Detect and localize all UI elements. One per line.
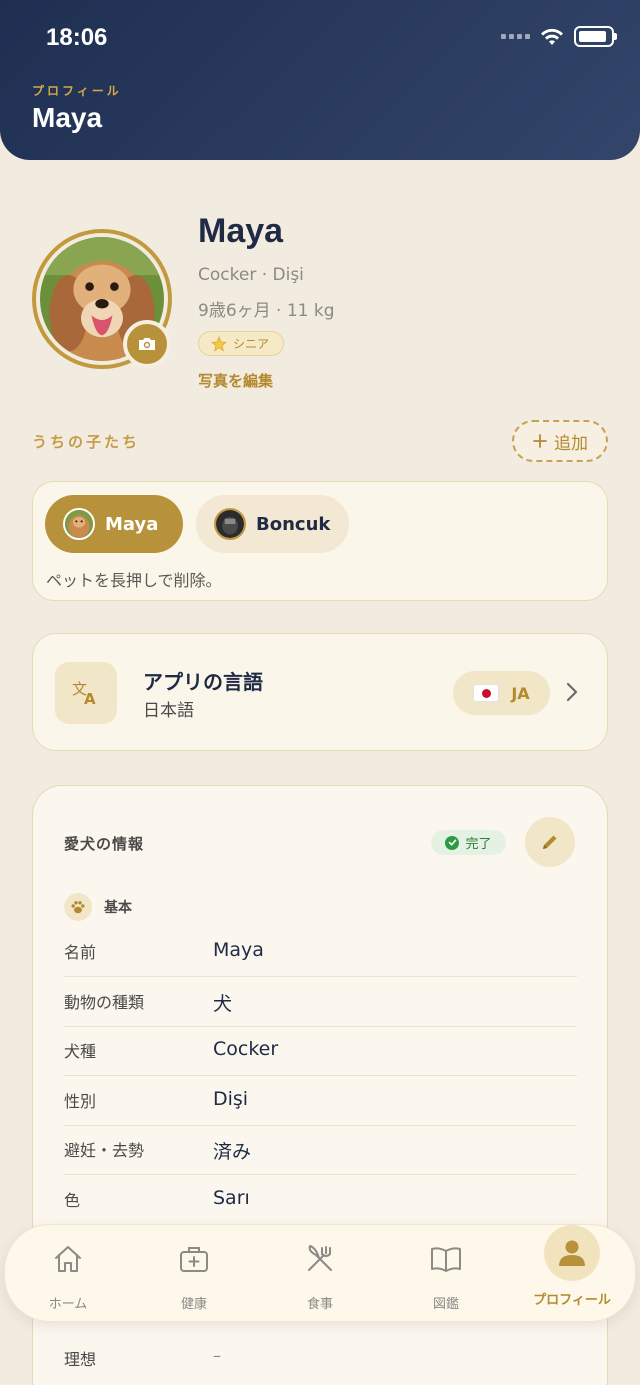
language-code-pill: JA [453,671,550,715]
tab-encyclopedia[interactable]: 図鑑 [383,1225,509,1323]
plus-icon [533,434,547,448]
edit-info-button[interactable] [525,817,575,867]
field-value: Sarı [213,1187,250,1209]
field-value: Cocker [213,1038,279,1060]
change-photo-button[interactable] [123,320,171,368]
pencil-icon [543,835,557,849]
field-row-name[interactable]: 名前 Maya [64,927,577,977]
tab-label: 食事 [306,1297,333,1312]
pet-chip-maya[interactable]: Maya [45,495,183,553]
field-row-gender[interactable]: 性別 Dişi [64,1076,577,1126]
field-value: Maya [213,939,264,961]
senior-badge: シニア [198,331,285,356]
field-value: Dişi [213,1088,249,1110]
field-label: 犬種 [64,1042,97,1061]
tab-health[interactable]: 健康 [131,1225,257,1323]
field-label: 理想 [64,1350,97,1369]
header-kicker: プロフィール [32,84,122,98]
camera-icon [139,338,155,350]
tab-home[interactable]: ホーム [5,1225,131,1323]
battery-icon [574,26,617,47]
status-icons [501,26,617,47]
language-current: 日本語 [143,701,194,721]
field-row-ideal[interactable]: 理想 – [64,1334,577,1384]
home-icon [52,1239,84,1279]
medical-kit-icon [178,1239,210,1279]
pet-age-weight: 9歳6ヶ月 · 11 kg [198,301,335,321]
translate-icon: 文 A [55,662,117,724]
field-label: 性別 [64,1092,97,1111]
check-icon [445,835,460,850]
tab-label: 健康 [180,1297,207,1312]
status-time: 18:06 [46,24,108,51]
book-icon [429,1239,463,1279]
basics-group-header: 基本 [64,893,132,921]
pets-hint: ペットを長押しで削除。 [46,571,222,590]
header: 18:06 プロフィール Maya [0,0,640,160]
field-row-species[interactable]: 動物の種類 犬 [64,977,577,1027]
tab-label: 図鑑 [432,1297,459,1312]
field-label: 名前 [64,943,97,962]
svg-text:A: A [84,690,96,707]
pet-chip-label: Boncuk [256,513,331,535]
wifi-icon [541,28,563,45]
add-pet-label: 追加 [554,433,588,454]
add-pet-button[interactable]: 追加 [512,420,608,462]
pet-chip-boncuk[interactable]: Boncuk [196,495,349,553]
field-row-breed[interactable]: 犬種 Cocker [64,1026,577,1076]
pet-breed-gender: Cocker · Dişi [198,265,304,285]
avatar [63,508,95,540]
info-title: 愛犬の情報 [64,835,145,853]
pet-chip-label: Maya [105,513,159,535]
language-code: JA [511,683,530,703]
star-icon [211,335,227,351]
chevron-right-icon [566,682,578,702]
field-label: 動物の種類 [64,993,145,1012]
pet-name: Maya [198,212,284,250]
field-value: – [213,1346,221,1365]
field-row-color[interactable]: 色 Sarı [64,1175,577,1225]
avatar [214,508,246,540]
person-icon [544,1225,600,1281]
pets-section-label: うちの子たち [32,433,141,451]
utensils-icon [304,1239,336,1279]
tab-bar: ホーム 健康 食事 図鑑 プロフィール [4,1224,636,1322]
japan-flag-icon [473,684,500,702]
tab-food[interactable]: 食事 [257,1225,383,1323]
paw-icon [64,893,92,921]
field-row-neutered[interactable]: 避妊・去勢 済み [64,1125,577,1175]
edit-photo-link[interactable]: 写真を編集 [198,370,273,391]
page-title: Maya [32,102,103,133]
senior-badge-label: シニア [233,337,270,351]
field-value: 済み [213,1141,252,1163]
signal-icon [501,34,530,39]
language-title: アプリの言語 [143,670,263,694]
tab-profile[interactable]: プロフィール [509,1225,635,1323]
tab-label: プロフィール [533,1293,611,1308]
pets-card: Maya Boncuk ペットを長押しで削除。 [32,481,608,601]
basics-label: 基本 [104,900,132,916]
app-language-row[interactable]: 文 A アプリの言語 日本語 JA [32,633,608,751]
field-label: 色 [64,1191,81,1210]
field-value: 犬 [213,993,233,1015]
field-label: 避妊・去勢 [64,1141,145,1160]
status-label: 完了 [465,837,492,852]
tab-label: ホーム [48,1297,88,1312]
status-badge: 完了 [431,830,506,855]
